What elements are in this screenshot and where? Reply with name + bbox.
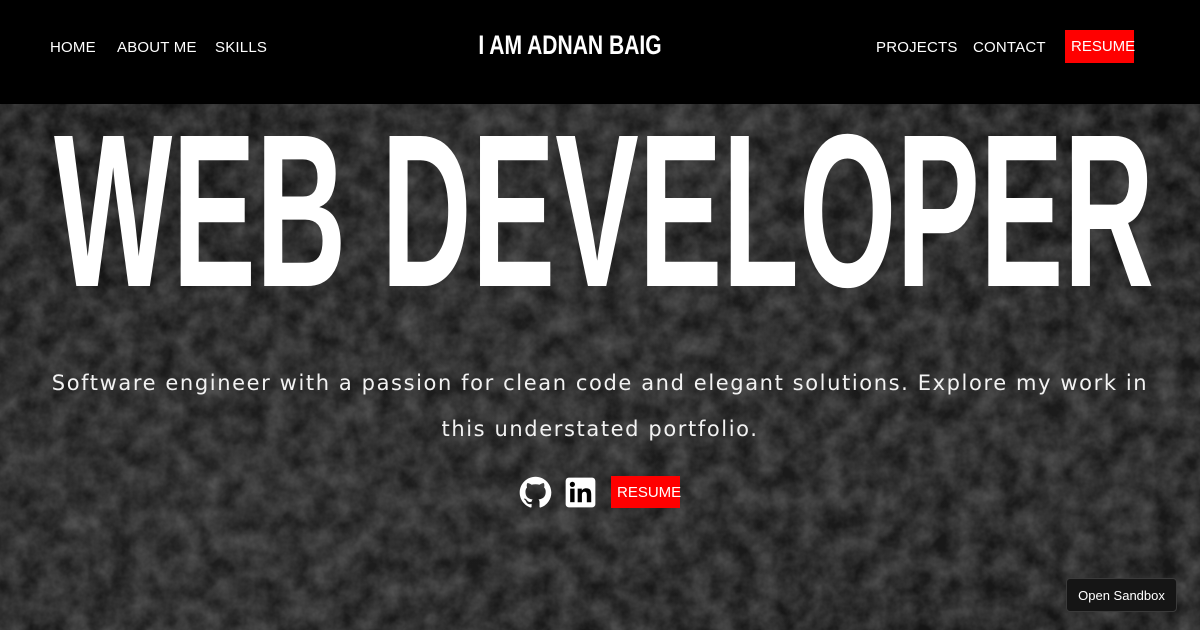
hero-headline: WEB DEVELOPER [54, 96, 1154, 306]
linkedin-icon [565, 477, 596, 508]
hero-social-row: RESUME [0, 476, 1200, 510]
nav-contact-link[interactable]: CONTACT [973, 39, 1046, 56]
hero-tagline-line-2: this understated portfolio. [441, 417, 759, 441]
hero-tagline-line-1: Software engineer with a passion for cle… [51, 371, 1149, 395]
hero-headline-wrap: WEB DEVELOPER [0, 96, 1200, 306]
hero-resume-button[interactable]: RESUME [611, 476, 681, 508]
nav-home-link[interactable]: HOME [50, 39, 96, 56]
top-navbar: HOME ABOUT ME SKILLS I AM ADNAN BAIG PRO… [0, 0, 1200, 104]
github-link[interactable] [519, 476, 553, 510]
nav-resume-button[interactable]: RESUME [1065, 30, 1135, 63]
linkedin-link[interactable] [565, 476, 599, 510]
hero-tagline: Software engineer with a passion for cle… [40, 360, 1160, 452]
github-icon [519, 476, 552, 508]
nav-projects-link[interactable]: PROJECTS [876, 39, 958, 56]
open-sandbox-button[interactable]: Open Sandbox [1066, 578, 1177, 612]
hero-headline-svg: WEB DEVELOPER [54, 96, 1154, 306]
